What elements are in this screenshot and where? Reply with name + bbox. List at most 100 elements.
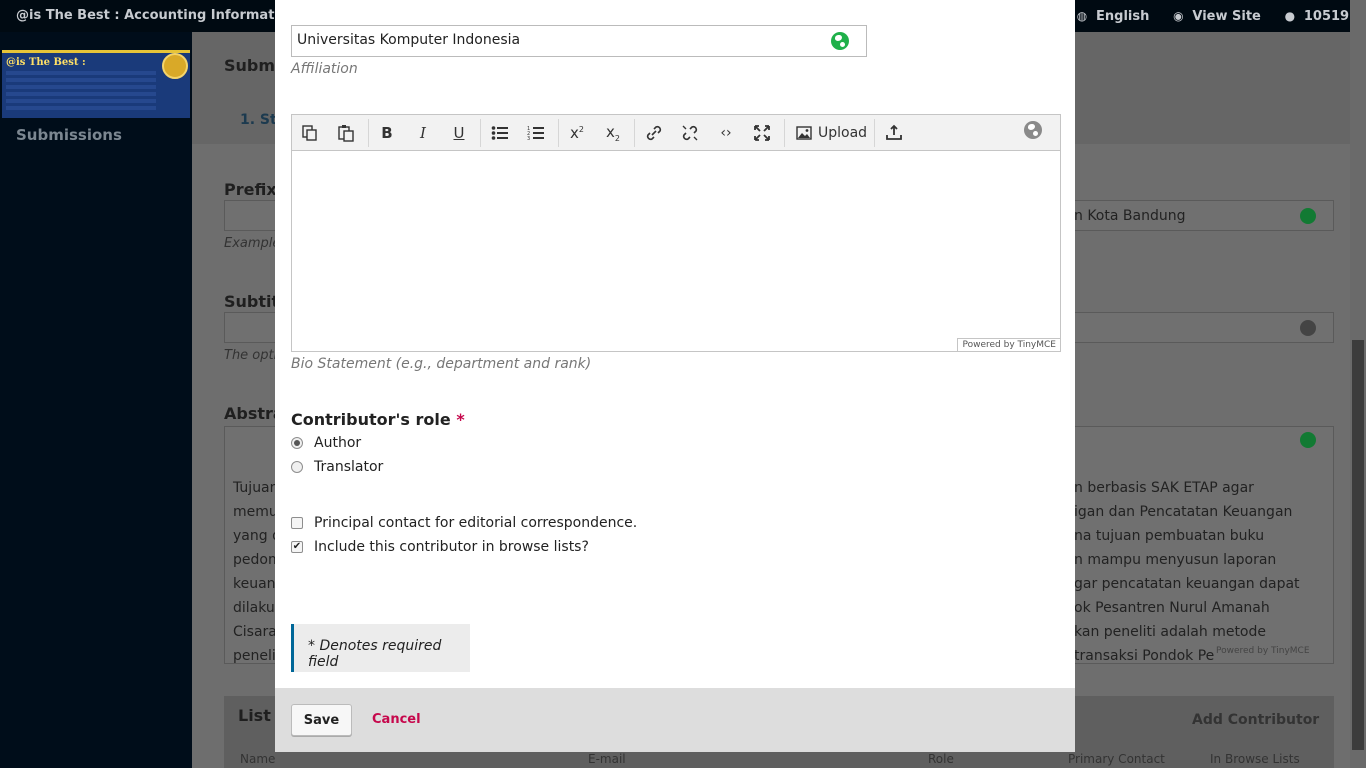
upload-label: Upload bbox=[818, 125, 868, 141]
editor-toolbar: B I U 123 x2 x2 ‹› Upload bbox=[292, 115, 1060, 151]
col-role: Role bbox=[928, 752, 954, 766]
principal-contact-checkbox[interactable] bbox=[291, 517, 303, 529]
role-title-text: Contributor's role bbox=[291, 410, 451, 429]
top-right-menu: ◍ English ◉ View Site ● 10519702 bbox=[1075, 0, 1350, 32]
insert-download-icon[interactable] bbox=[882, 121, 906, 145]
principal-contact-label: Principal contact for editorial correspo… bbox=[314, 515, 638, 531]
subscript-icon[interactable]: x2 bbox=[601, 121, 625, 145]
col-name: Name bbox=[240, 752, 276, 766]
language-menu[interactable]: ◍ English bbox=[1075, 8, 1150, 24]
logo-text: @is The Best : bbox=[6, 57, 86, 68]
translator-radio[interactable] bbox=[291, 461, 303, 473]
abstract-line: memu bbox=[233, 504, 278, 520]
eye-icon: ◉ bbox=[1173, 9, 1184, 23]
abstract-line: kan peneliti adalah metode bbox=[1074, 624, 1267, 640]
view-site-label: View Site bbox=[1192, 8, 1261, 24]
page-scrollbar[interactable] bbox=[1350, 0, 1366, 768]
abstract-line: peneli bbox=[233, 648, 276, 664]
powered-by-tinymce: Powered by TinyMCE bbox=[957, 338, 1060, 351]
paste-icon[interactable] bbox=[334, 121, 358, 145]
role-option-author[interactable]: Author bbox=[291, 435, 361, 451]
toolbar-separator bbox=[634, 119, 635, 147]
abstract-line: igan dan Pencatatan Keuangan bbox=[1074, 504, 1293, 520]
title-globe-icon[interactable] bbox=[1300, 208, 1316, 224]
abstract-line: n berbasis SAK ETAP agar bbox=[1074, 480, 1254, 496]
prefix-label: Prefix bbox=[224, 180, 277, 199]
browse-lists-checkbox[interactable]: ✔ bbox=[291, 541, 303, 553]
title-field-value: n Kota Bandung bbox=[1074, 208, 1186, 224]
journal-logo[interactable]: @is The Best : bbox=[2, 50, 190, 118]
abstract-line: Tujuan bbox=[233, 480, 279, 496]
site-title[interactable]: @is The Best : Accounting Information Sy… bbox=[16, 8, 278, 23]
user-icon: ● bbox=[1284, 9, 1296, 23]
save-button[interactable]: Save bbox=[291, 704, 352, 736]
bold-icon[interactable]: B bbox=[375, 121, 399, 145]
principal-contact-option[interactable]: Principal contact for editorial correspo… bbox=[291, 515, 637, 531]
abstract-line: na tujuan pembuatan buku bbox=[1074, 528, 1265, 544]
toolbar-separator bbox=[558, 119, 559, 147]
abstract-line: keuan bbox=[233, 576, 276, 592]
author-label: Author bbox=[314, 435, 362, 451]
bio-caption: Bio Statement (e.g., department and rank… bbox=[291, 356, 592, 372]
modal-footer: Save Cancel bbox=[275, 688, 1075, 752]
toolbar-separator bbox=[480, 119, 481, 147]
role-option-translator[interactable]: Translator bbox=[291, 459, 383, 475]
globe-icon: ◍ bbox=[1076, 9, 1088, 23]
author-radio[interactable] bbox=[291, 437, 303, 449]
add-contributor-button[interactable]: Add Contributor bbox=[1192, 712, 1319, 728]
affiliation-input[interactable]: Universitas Komputer Indonesia bbox=[291, 25, 867, 57]
underline-icon[interactable]: U bbox=[447, 121, 471, 145]
unlink-icon[interactable] bbox=[678, 121, 702, 145]
abstract-line: ok Pesantren Nurul Amanah bbox=[1074, 600, 1270, 616]
logo-seal-icon bbox=[162, 53, 188, 79]
browse-lists-option[interactable]: ✔ Include this contributor in browse lis… bbox=[291, 539, 589, 555]
fullscreen-icon[interactable] bbox=[750, 121, 774, 145]
logo-banner bbox=[6, 71, 156, 111]
abstract-line: n mampu menyusun laporan bbox=[1074, 552, 1277, 568]
page-title: Submi bbox=[224, 56, 281, 75]
cancel-link[interactable]: Cancel bbox=[372, 712, 421, 727]
bullet-list-icon[interactable] bbox=[488, 121, 512, 145]
superscript-icon[interactable]: x2 bbox=[565, 121, 589, 145]
abstract-line: yang d bbox=[233, 528, 281, 544]
sidebar-item-submissions[interactable]: Submissions bbox=[16, 126, 122, 144]
svg-text:3: 3 bbox=[527, 136, 530, 141]
contributor-role-title: Contributor's role * bbox=[291, 410, 465, 429]
toolbar-separator bbox=[368, 119, 369, 147]
translator-label: Translator bbox=[314, 459, 384, 475]
col-email: E-mail bbox=[588, 752, 626, 766]
user-menu[interactable]: ● 10519702 bbox=[1283, 9, 1350, 24]
abstract-powered-by: Powered by TinyMCE bbox=[1216, 646, 1310, 656]
abstract-line: dilaku bbox=[233, 600, 275, 616]
abstract-globe-icon[interactable] bbox=[1300, 432, 1316, 448]
abstract-line: transaksi Pondok Pe bbox=[1074, 648, 1215, 664]
contributor-modal: Universitas Komputer Indonesia Affiliati… bbox=[275, 0, 1075, 752]
bio-globe-icon[interactable] bbox=[1024, 121, 1042, 139]
browse-lists-label: Include this contributor in browse lists… bbox=[314, 539, 589, 555]
abstract-line: Cisara bbox=[233, 624, 277, 640]
col-browse-lists: In Browse Lists bbox=[1210, 752, 1300, 766]
sidebar: @is The Best : Submissions bbox=[0, 32, 192, 768]
bio-text-area[interactable]: Powered by TinyMCE bbox=[292, 152, 1060, 351]
required-asterisk: * bbox=[456, 410, 465, 429]
code-icon[interactable]: ‹› bbox=[714, 121, 738, 145]
affiliation-globe-icon[interactable] bbox=[831, 32, 849, 50]
image-icon bbox=[796, 126, 812, 140]
language-label: English bbox=[1096, 8, 1150, 24]
abstract-line: gar pencatatan keuangan dapat bbox=[1074, 576, 1300, 592]
numbered-list-icon[interactable]: 123 bbox=[524, 121, 548, 145]
subtitle-globe-icon[interactable] bbox=[1300, 320, 1316, 336]
copy-icon[interactable] bbox=[298, 121, 322, 145]
italic-icon[interactable]: I bbox=[411, 121, 435, 145]
toolbar-separator bbox=[874, 119, 875, 147]
upload-button[interactable]: Upload bbox=[792, 121, 871, 145]
affiliation-caption: Affiliation bbox=[291, 61, 358, 77]
scrollbar-thumb[interactable] bbox=[1352, 340, 1364, 750]
toolbar-separator bbox=[784, 119, 785, 147]
col-primary-contact: Primary Contact bbox=[1068, 752, 1165, 766]
prefix-hint: Example bbox=[224, 236, 281, 251]
link-icon[interactable] bbox=[642, 121, 666, 145]
required-field-note: * Denotes required field bbox=[291, 624, 470, 672]
view-site-link[interactable]: ◉ View Site bbox=[1171, 9, 1261, 24]
user-label: 10519702 bbox=[1303, 8, 1350, 24]
